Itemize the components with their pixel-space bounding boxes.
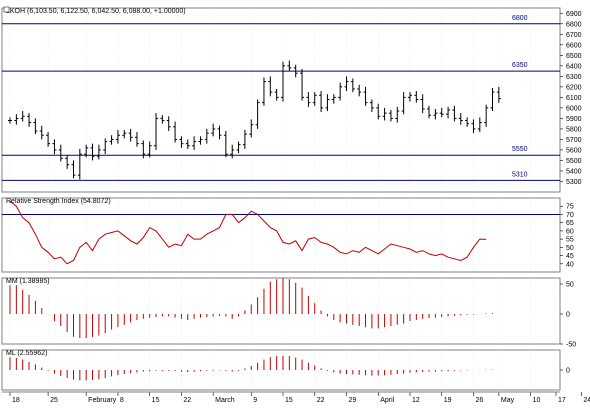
price-legend-swatch <box>3 6 10 13</box>
x-tick-label: 17 <box>558 397 566 404</box>
panel-frame-rsi <box>1 197 561 273</box>
level-label: 5550 <box>512 146 528 153</box>
x-tick-label: 18 <box>12 397 20 404</box>
rsi-tick-label: 50 <box>566 245 574 252</box>
panel-frame-price <box>1 7 561 193</box>
x-tick-label: May <box>501 397 515 404</box>
rsi-tick-label: 60 <box>566 228 574 235</box>
x-tick-label: 19 <box>444 397 452 404</box>
rsi-header: Relative Strength Index (54.8072) <box>6 198 111 205</box>
rsi-tick-label: 75 <box>566 204 574 211</box>
price-tick-label: 5300 <box>566 179 582 186</box>
price-tick-label: 5900 <box>566 116 582 123</box>
price-tick-label: 5500 <box>566 158 582 165</box>
x-tick-label: March <box>215 397 235 404</box>
x-tick-label: 22 <box>183 397 191 404</box>
x-tick-label: 15 <box>285 397 293 404</box>
ml-header: ML (2.55962) <box>6 350 47 357</box>
level-label: 5310 <box>512 171 528 178</box>
x-tick-label: April <box>380 397 394 404</box>
chart-svg: 18 25 February 8 15 22 March 9 15 22 29 April 12 19 26… <box>1 6 590 404</box>
x-tick-label: 26 <box>475 397 483 404</box>
x-tick-label: 8 <box>120 397 124 404</box>
rsi-tick-label: 55 <box>566 237 574 244</box>
mm-header: MM (1.38985) <box>6 278 50 285</box>
price-tick-label: 5600 <box>566 147 582 154</box>
chart-window: 18 25 February 8 15 22 March 9 15 22 29 April 12 19 26… <box>0 0 590 414</box>
x-tick-label: February <box>88 397 117 404</box>
x-tick-label: 10 <box>533 397 541 404</box>
price-tick-label: 6300 <box>566 74 582 81</box>
mm-tick-label: -50 <box>566 342 576 349</box>
price-tick-label: 5400 <box>566 168 582 175</box>
price-tick-label: 6000 <box>566 105 582 112</box>
ml-tick-label: 0 <box>566 368 570 375</box>
x-tick-label: 22 <box>317 397 325 404</box>
x-tick-label: 9 <box>253 397 257 404</box>
price-tick-label: 6600 <box>566 42 582 49</box>
price-header: LKOH (6,103.50, 6,122.50, 6,042.50, 6,08… <box>6 8 186 15</box>
rsi-tick-label: 65 <box>566 220 574 227</box>
x-tick-label: 12 <box>412 397 420 404</box>
price-tick-label: 5700 <box>566 137 582 144</box>
price-tick-label: 6900 <box>566 11 582 18</box>
price-tick-label: 6700 <box>566 32 582 39</box>
price-tick-label: 6100 <box>566 95 582 102</box>
mm-tick-label: 0 <box>566 312 570 319</box>
rsi-tick-label: 45 <box>566 253 574 260</box>
x-tick-label: 15 <box>152 397 160 404</box>
mm-tick-label: 50 <box>566 282 574 289</box>
price-tick-label: 6400 <box>566 63 582 70</box>
price-tick-label: 5800 <box>566 126 582 133</box>
rsi-tick-label: 40 <box>566 261 574 268</box>
level-label: 6800 <box>512 15 528 22</box>
level-label: 6350 <box>512 62 528 69</box>
x-tick-label: 25 <box>50 397 58 404</box>
price-tick-label: 6200 <box>566 84 582 91</box>
price-tick-label: 6800 <box>566 21 582 28</box>
x-tick-label: 24 <box>583 397 590 404</box>
rsi-tick-label: 70 <box>566 212 574 219</box>
price-tick-label: 6500 <box>566 53 582 60</box>
x-tick-label: 29 <box>348 397 356 404</box>
